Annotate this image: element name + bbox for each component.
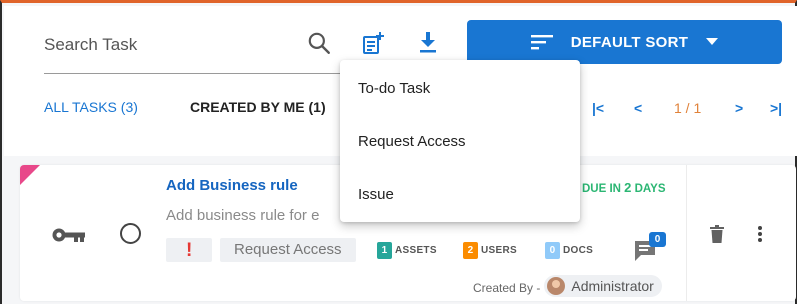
add-task-icon[interactable] <box>362 31 384 55</box>
trash-icon[interactable] <box>710 225 724 243</box>
docs-label: DOCS <box>563 244 594 256</box>
created-by: Created By - Administrator <box>473 275 662 297</box>
assets-stat[interactable]: 1 ASSETS <box>377 241 437 259</box>
priority-icon: ! <box>186 240 193 261</box>
comments-count-badge: 0 <box>649 232 666 247</box>
app-frame: DEFAULT SORT ALL TASKS (3) CREATED BY ME… <box>0 0 797 304</box>
task-description: Add business rule for e <box>166 207 320 224</box>
caret-down-icon <box>706 38 719 45</box>
tab-created-by-me[interactable]: CREATED BY ME (1) <box>190 99 326 115</box>
due-prefix: DUE IN <box>582 183 625 195</box>
search-bar <box>44 28 344 74</box>
default-sort-button[interactable]: DEFAULT SORT <box>467 20 782 64</box>
creator-chip[interactable]: Administrator <box>544 275 662 297</box>
created-by-label: Created By - <box>473 281 541 295</box>
more-options-icon[interactable] <box>757 225 763 243</box>
assets-label: ASSETS <box>395 244 437 256</box>
due-suffix: DAYS <box>631 183 666 195</box>
first-page-button[interactable]: |< <box>592 100 604 116</box>
users-label: USERS <box>481 244 517 256</box>
due-date-label: DUE IN 2 DAYS <box>582 180 666 195</box>
docs-stat[interactable]: 0 DOCS <box>545 241 593 259</box>
card-divider <box>686 165 687 301</box>
search-input[interactable] <box>44 32 294 58</box>
pagination: |< < 1 / 1 > >| <box>588 100 788 120</box>
key-icon <box>52 228 85 242</box>
new-task-menu: To-do Task Request Access Issue <box>340 60 580 222</box>
priority-flag <box>20 165 40 185</box>
tab-all-tasks[interactable]: ALL TASKS (3) <box>44 99 138 115</box>
sort-icon <box>530 35 553 50</box>
avatar <box>547 277 566 295</box>
task-type-chip: Request Access <box>220 238 356 262</box>
last-page-button[interactable]: >| <box>770 100 782 116</box>
priority-chip: ! <box>166 238 212 262</box>
complete-task-radio[interactable] <box>120 223 141 244</box>
docs-count-badge: 0 <box>545 241 560 259</box>
page-indicator: 1 / 1 <box>674 100 702 116</box>
menu-item-todo-task[interactable]: To-do Task <box>358 80 430 97</box>
sort-button-label: DEFAULT SORT <box>570 33 689 51</box>
menu-item-request-access[interactable]: Request Access <box>358 133 466 150</box>
menu-item-issue[interactable]: Issue <box>358 186 394 203</box>
task-title[interactable]: Add Business rule <box>166 177 298 194</box>
next-page-button[interactable]: > <box>735 100 743 116</box>
assets-count-badge: 1 <box>377 241 392 259</box>
search-icon[interactable] <box>306 30 332 56</box>
prev-page-button[interactable]: < <box>634 100 642 116</box>
creator-name: Administrator <box>571 278 654 294</box>
users-count-badge: 2 <box>463 241 478 259</box>
users-stat[interactable]: 2 USERS <box>463 241 517 259</box>
download-icon[interactable] <box>417 30 439 54</box>
